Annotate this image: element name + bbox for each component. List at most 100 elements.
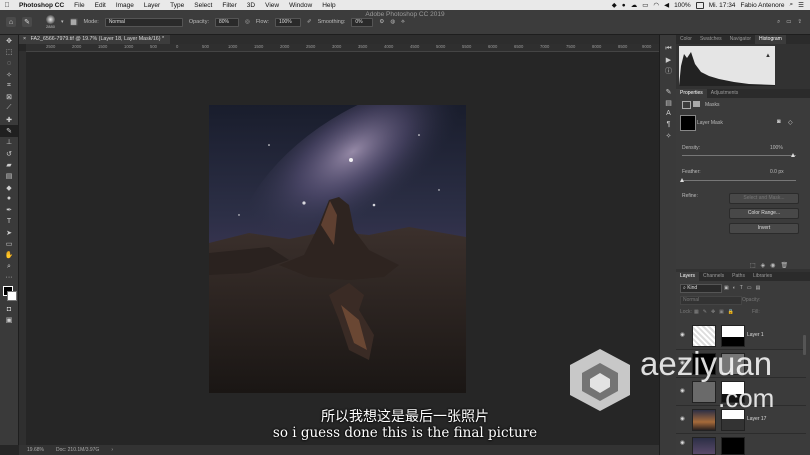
opacity-field[interactable]: 80% — [215, 17, 239, 27]
tab-swatches[interactable]: Swatches — [696, 35, 726, 44]
select-pixel-mask-icon[interactable]: ◙ — [777, 119, 781, 125]
delete-mask-icon[interactable]: 🗑 — [781, 262, 789, 269]
lock-position-icon[interactable]: ✥ — [711, 309, 715, 315]
load-selection-icon[interactable]: ⬚ — [750, 262, 756, 269]
smoothing-field[interactable]: 0% — [351, 17, 374, 27]
density-slider-track[interactable] — [682, 155, 796, 156]
brushes-panel-icon[interactable]: ✎ — [660, 86, 677, 97]
apply-mask-icon[interactable]: ◈ — [761, 262, 766, 269]
color-range-button[interactable]: Color Range... — [729, 208, 799, 219]
menu-help[interactable]: Help — [317, 2, 340, 9]
airplay-icon[interactable]: ▭ — [642, 1, 648, 9]
gradient-tool-icon[interactable]: ▤ — [0, 171, 18, 182]
menu-window[interactable]: Window — [284, 2, 317, 9]
actions-panel-icon[interactable]: ▶ — [660, 54, 677, 65]
menu-filter[interactable]: Filter — [217, 2, 241, 9]
tab-layers[interactable]: Layers — [676, 272, 700, 281]
menu-edit[interactable]: Edit — [90, 2, 111, 9]
lasso-tool-icon[interactable]: ◌ — [0, 58, 18, 69]
record-icon[interactable]: ● — [622, 2, 626, 9]
crop-tool-icon[interactable]: ⌗ — [0, 80, 18, 91]
glyphs-panel-icon[interactable]: ✧ — [660, 130, 677, 141]
info-panel-icon[interactable]: ⓘ — [660, 65, 677, 76]
chevron-right-icon[interactable]: › — [111, 447, 113, 453]
pressure-size-icon[interactable]: ◍ — [390, 19, 395, 25]
brush-settings-panel-icon[interactable]: ▤ — [660, 97, 677, 108]
volume-icon[interactable]: ◀ — [664, 1, 669, 9]
menu-layer[interactable]: Layer — [139, 2, 165, 9]
symmetry-icon[interactable]: ⟡ — [401, 19, 405, 26]
battery-icon[interactable] — [695, 1, 704, 9]
flow-field[interactable]: 100% — [274, 17, 301, 27]
visibility-toggle-icon[interactable]: ◉ — [770, 262, 775, 269]
close-icon[interactable]: × — [23, 36, 26, 42]
warning-icon[interactable]: ▲ — [765, 53, 771, 59]
dodge-tool-icon[interactable]: ● — [0, 193, 18, 204]
clone-stamp-tool-icon[interactable]: ⊥ — [0, 137, 18, 148]
quick-select-tool-icon[interactable]: ✧ — [0, 69, 18, 80]
document-canvas-image[interactable] — [209, 105, 466, 393]
cloud-icon[interactable]: ☁ — [631, 1, 638, 9]
filter-smart-icon[interactable]: ▤ — [756, 285, 761, 291]
spotlight-icon[interactable]: ⌕ — [790, 1, 794, 9]
layer-mask-thumbnail[interactable] — [680, 115, 696, 131]
quick-mask-icon[interactable]: ◘ — [0, 304, 18, 315]
user-name[interactable]: Fabio Antenore — [740, 2, 784, 9]
brush-tool-icon[interactable]: ✎ — [22, 17, 32, 27]
tab-libraries[interactable]: Libraries — [749, 272, 776, 281]
pressure-opacity-icon[interactable]: ◎ — [245, 19, 250, 25]
path-select-tool-icon[interactable]: ➤ — [0, 227, 18, 238]
eyedropper-tool-icon[interactable]: ⟋ — [0, 103, 18, 114]
color-swatches[interactable] — [0, 284, 18, 304]
document-tab[interactable]: × FA2_6566-7979.tif @ 19.7% (Layer 18, L… — [19, 35, 171, 44]
history-brush-tool-icon[interactable]: ↺ — [0, 148, 18, 159]
density-value[interactable]: 100% — [770, 145, 783, 151]
filter-adjustment-icon[interactable]: ◐ — [733, 285, 736, 291]
blend-mode-select[interactable]: Normal — [680, 296, 742, 305]
tab-paths[interactable]: Paths — [728, 272, 749, 281]
clock[interactable]: Mi. 17:34 — [709, 2, 736, 9]
eraser-tool-icon[interactable]: ▰ — [0, 159, 18, 170]
shape-tool-icon[interactable]: ▭ — [0, 238, 18, 249]
lock-all-icon[interactable]: 🔒 — [728, 309, 734, 315]
density-slider-handle[interactable] — [791, 153, 795, 157]
tab-properties[interactable]: Properties — [676, 89, 707, 98]
filter-type-icon[interactable]: T — [740, 285, 743, 291]
tab-navigator[interactable]: Navigator — [726, 35, 755, 44]
menu-view[interactable]: View — [260, 2, 284, 9]
mode-select[interactable]: Normal — [104, 17, 183, 27]
workspace-icon[interactable]: ▭ — [786, 19, 791, 26]
menu-type[interactable]: Type — [165, 2, 189, 9]
move-tool-icon[interactable]: ✥ — [0, 35, 18, 46]
more-tools-icon[interactable]: ··· — [0, 272, 18, 283]
search-icon[interactable]: ⌕ — [777, 19, 780, 26]
select-vector-mask-icon[interactable]: ◇ — [788, 119, 793, 126]
tab-color[interactable]: Color — [676, 35, 696, 44]
invert-button[interactable]: Invert — [729, 223, 799, 234]
dropbox-icon[interactable]: ◆ — [612, 1, 617, 9]
paragraph-panel-icon[interactable]: ¶ — [660, 119, 677, 130]
filter-pixel-icon[interactable]: ▣ — [724, 285, 729, 291]
lock-image-icon[interactable]: ✎ — [703, 309, 707, 315]
eye-icon[interactable]: ◉ — [680, 332, 685, 338]
notification-icon[interactable]: ☰ — [798, 1, 804, 9]
feather-slider-handle[interactable] — [680, 178, 684, 182]
frame-tool-icon[interactable]: ⊠ — [0, 91, 18, 102]
marquee-tool-icon[interactable]: ⬚ — [0, 46, 18, 57]
brush-settings-icon[interactable]: ▦ — [69, 18, 78, 26]
history-panel-icon[interactable]: ⏮ — [660, 43, 677, 54]
menu-app-name[interactable]: Photoshop CC — [14, 2, 69, 9]
lock-transparent-icon[interactable]: ▦ — [694, 309, 699, 315]
layer-mask-thumbnail[interactable] — [721, 325, 745, 347]
lock-artboard-icon[interactable]: ▣ — [719, 309, 724, 315]
smoothing-options-icon[interactable]: ⚙ — [379, 19, 384, 25]
zoom-level[interactable]: 19.68% — [27, 447, 44, 453]
brush-tool-icon[interactable]: ✎ — [0, 125, 18, 137]
wifi-icon[interactable]: ◠ — [653, 1, 659, 9]
menu-file[interactable]: File — [69, 2, 89, 9]
airbrush-icon[interactable]: ✐ — [307, 19, 312, 25]
menu-image[interactable]: Image — [111, 2, 139, 9]
menu-3d[interactable]: 3D — [242, 2, 260, 9]
tab-adjustments[interactable]: Adjustments — [707, 89, 743, 98]
healing-brush-tool-icon[interactable]: ✚ — [0, 114, 18, 125]
